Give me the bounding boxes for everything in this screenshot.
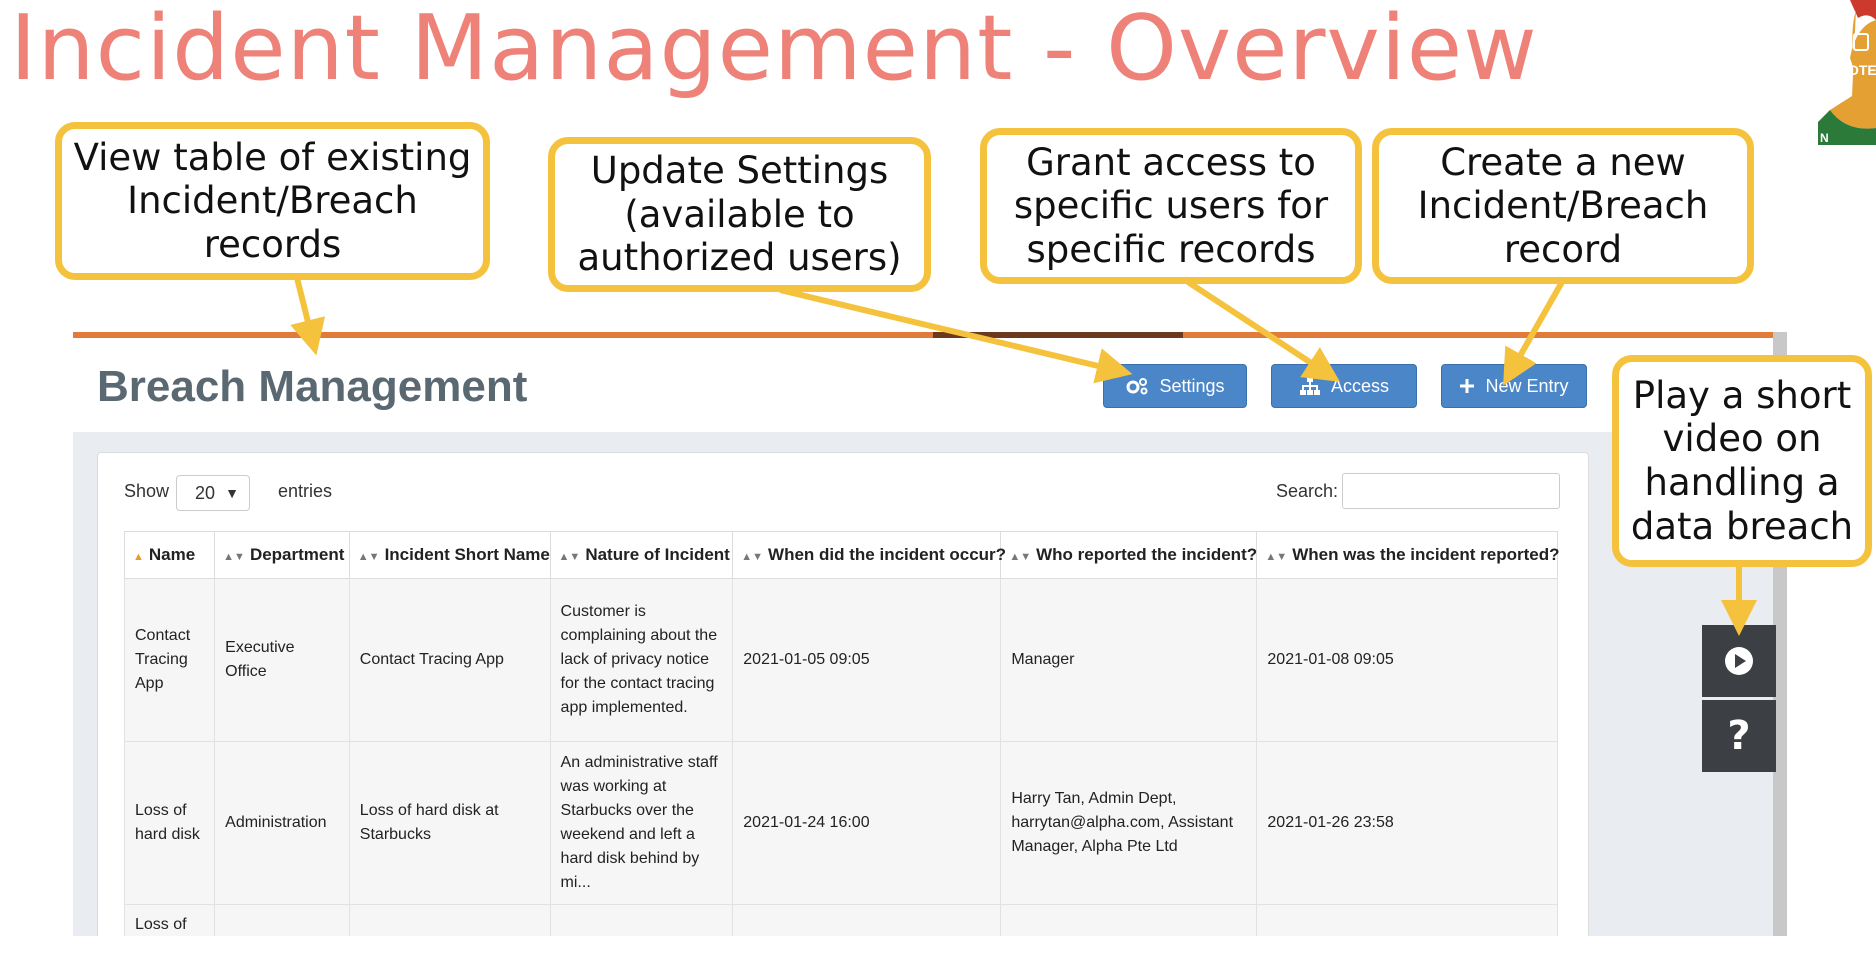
column-header-reported[interactable]: ▲▼ When was the incident reported? bbox=[1256, 531, 1560, 579]
cell-occurred: 2021-01-24 16:00 bbox=[732, 741, 1002, 905]
show-label: Show bbox=[124, 481, 170, 501]
cell-name: Contact Tracing App bbox=[123, 578, 216, 742]
cell-department: Executive Office bbox=[214, 578, 350, 742]
question-icon: ? bbox=[1727, 713, 1751, 759]
cell-occurred: 2021-01-05 09:05 bbox=[732, 578, 1002, 742]
plus-icon bbox=[1460, 379, 1475, 393]
sort-icon: ▲▼ bbox=[223, 551, 245, 563]
callout-new-entry: Create a new Incident/Breach record bbox=[1372, 128, 1754, 284]
sort-icon: ▲▼ bbox=[1009, 551, 1032, 563]
entries-select-value: 20 bbox=[195, 482, 216, 503]
protect-logo: PROTECT N bbox=[1766, 0, 1876, 145]
gears-icon bbox=[1126, 378, 1148, 395]
search-label: Search: bbox=[1276, 481, 1339, 501]
cell-short-name: Loss of hard disk at Starbucks bbox=[348, 741, 551, 905]
arrow-to-table bbox=[290, 277, 326, 356]
cell-nature bbox=[549, 904, 734, 936]
cell-short-name: Contact Tracing App bbox=[348, 578, 551, 742]
cell-short-name bbox=[348, 904, 551, 936]
sort-icon: ▲▼ bbox=[1265, 551, 1288, 563]
sitemap-icon bbox=[1299, 377, 1320, 395]
play-video-button[interactable] bbox=[1702, 625, 1776, 697]
records-panel: Show 20 ▼ entries Search: ▲ Name ▲▼ Depart… bbox=[97, 452, 1589, 936]
cell-department bbox=[214, 904, 350, 936]
page-title: Breach Management bbox=[97, 362, 528, 411]
access-button[interactable]: Access bbox=[1271, 364, 1417, 408]
cell-name: Loss of hard disk bbox=[123, 741, 216, 905]
cell-reporter: Harry Tan, Admin Dept, harrytan@alpha.co… bbox=[1000, 741, 1258, 905]
column-header-occurred[interactable]: ▲▼ When did the incident occur? bbox=[732, 531, 1006, 579]
sort-icon: ▲▼ bbox=[741, 551, 764, 563]
new-entry-button[interactable]: New Entry bbox=[1441, 364, 1587, 408]
new-entry-button-label: New Entry bbox=[1485, 375, 1569, 396]
column-header-name[interactable]: ▲ Name bbox=[123, 531, 216, 579]
cell-reported: 2021-01-26 23:58 bbox=[1256, 741, 1558, 905]
cell-reporter bbox=[1000, 904, 1258, 936]
cell-nature: An administrative staff was working at S… bbox=[549, 741, 734, 905]
table-row[interactable]: Loss of bbox=[123, 904, 1558, 936]
play-icon bbox=[1725, 647, 1753, 675]
sort-icon: ▲▼ bbox=[558, 551, 581, 563]
help-button[interactable]: ? bbox=[1702, 700, 1776, 772]
cell-reported: 2021-01-08 09:05 bbox=[1256, 578, 1558, 742]
callout-video: Play a short video on handling a data br… bbox=[1612, 355, 1872, 567]
entries-per-page-select[interactable]: 20 ▼ bbox=[176, 475, 250, 511]
settings-button-label: Settings bbox=[1159, 375, 1225, 396]
column-header-reporter[interactable]: ▲▼ Who reported the incident? bbox=[1000, 531, 1258, 579]
search-input[interactable] bbox=[1342, 473, 1560, 509]
cell-occurred bbox=[732, 904, 1002, 936]
column-header-nature[interactable]: ▲▼ Nature of Incident bbox=[549, 531, 734, 579]
callout-table: View table of existing Incident/Breach r… bbox=[55, 122, 490, 280]
sort-asc-icon: ▲ bbox=[133, 551, 144, 563]
logo-text: PROTECT bbox=[1829, 62, 1876, 78]
cell-reporter: Manager bbox=[1000, 578, 1258, 742]
cell-department: Administration bbox=[214, 741, 350, 905]
cell-reported bbox=[1256, 904, 1558, 936]
cell-name: Loss of bbox=[123, 904, 216, 936]
access-button-label: Access bbox=[1330, 375, 1390, 396]
callout-access: Grant access to specific users for speci… bbox=[980, 128, 1362, 284]
table-row[interactable]: Contact Tracing App Executive Office Con… bbox=[123, 578, 1558, 742]
slide-title: Incident Management - Overview bbox=[10, 0, 1538, 101]
settings-button[interactable]: Settings bbox=[1103, 364, 1247, 408]
accent-bar bbox=[73, 332, 1773, 338]
table-row[interactable]: Loss of hard disk Administration Loss of… bbox=[123, 741, 1558, 905]
breach-management-app: Breach Management Settings Access New En… bbox=[73, 332, 1787, 936]
chevron-down-icon: ▼ bbox=[225, 485, 239, 501]
logo-fragment: N bbox=[1820, 131, 1829, 145]
cell-nature: Customer is complaining about the lack o… bbox=[549, 578, 734, 742]
entries-label: entries bbox=[278, 481, 333, 501]
records-table: ▲ Name ▲▼ Department ▲▼ Incident Short Name… bbox=[123, 531, 1560, 936]
column-header-department[interactable]: ▲▼ Department bbox=[214, 531, 350, 579]
sort-icon: ▲▼ bbox=[357, 551, 380, 563]
table-header-row: ▲ Name ▲▼ Department ▲▼ Incident Short Name… bbox=[123, 531, 1560, 579]
callout-settings: Update Settings (available to authorized… bbox=[548, 137, 931, 292]
column-header-incident-short-name[interactable]: ▲▼ Incident Short Name bbox=[348, 531, 551, 579]
